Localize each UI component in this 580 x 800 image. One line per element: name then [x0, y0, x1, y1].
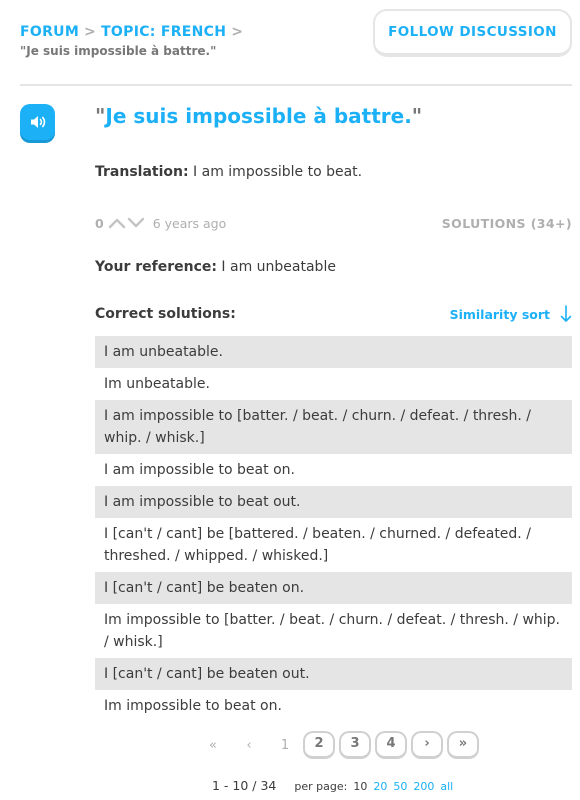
per-page-option-all[interactable]: all [440, 780, 453, 793]
breadcrumb-topic-link[interactable]: TOPIC: FRENCH [101, 24, 226, 40]
solution-item: I am impossible to beat out. [95, 486, 572, 518]
result-range: 1 - 10 / 34 [212, 778, 277, 793]
close-quote: " [411, 104, 423, 128]
solution-item: I [can't / cant] be beaten out. [95, 658, 572, 690]
per-page-option-20[interactable]: 20 [373, 780, 387, 793]
translation-label: Translation: [95, 164, 189, 180]
solution-item: I am impossible to beat on. [104, 462, 295, 478]
open-quote: " [95, 104, 106, 128]
per-page-label: per page: [294, 780, 348, 793]
page-2-button[interactable]: 2 [303, 731, 335, 759]
solution-item: Im impossible to [batter. / beat. / chur… [104, 612, 560, 650]
post-time: 6 years ago [152, 215, 227, 231]
next-page-button[interactable]: › [411, 731, 443, 759]
speaker-icon [30, 116, 45, 128]
play-audio-button[interactable] [20, 104, 55, 140]
breadcrumb-current: "Je suis impossible à battre." [20, 44, 217, 58]
pagination: « ‹ 1 2 3 4 › » [195, 731, 483, 759]
breadcrumb: FORUM > TOPIC: FRENCH > [20, 24, 248, 40]
solution-item: Im impossible to beat on. [104, 698, 282, 714]
reference-label: Your reference: [95, 259, 217, 275]
vote-row: 0 6 years ago SOLUTIONS (34+) [95, 213, 572, 233]
solutions-link[interactable]: SOLUTIONS (34+) [442, 216, 572, 231]
correct-solutions-label: Correct solutions: [95, 306, 236, 322]
sentence-title: "Je suis impossible à battre." [95, 104, 422, 128]
per-page-option-10: 10 [353, 780, 368, 793]
last-page-button[interactable]: » [447, 731, 479, 759]
solutions-list: I am unbeatable. Im unbeatable. I am imp… [95, 336, 572, 722]
first-page-button[interactable]: « [195, 738, 231, 753]
solution-item: I am unbeatable. [95, 336, 572, 368]
vote-controls [108, 217, 145, 229]
current-page: 1 [280, 737, 290, 753]
follow-discussion-button[interactable]: FOLLOW DISCUSSION [373, 9, 572, 57]
page-info: 1 - 10 / 34 per page: 10 20 50 200 all [212, 778, 453, 793]
solution-item: Im unbeatable. [104, 376, 210, 392]
header-divider [20, 84, 572, 86]
page-3-button[interactable]: 3 [339, 731, 371, 759]
solution-item: I [can't / cant] be beaten on. [95, 572, 572, 604]
correct-solutions-header: Correct solutions: Similarity sort [95, 305, 572, 323]
arrow-down-icon [560, 305, 572, 322]
sentence-text: Je suis impossible à battre. [105, 104, 412, 128]
breadcrumb-separator: > [84, 24, 97, 40]
translation: Translation: I am impossible to beat. [95, 164, 362, 180]
sort-label: Similarity sort [449, 306, 550, 322]
reference: Your reference: I am unbeatable [95, 259, 336, 275]
vote-count: 0 [95, 215, 104, 231]
prev-page-button[interactable]: ‹ [231, 738, 267, 753]
chevron-down-icon[interactable] [127, 217, 145, 229]
reference-text: I am unbeatable [221, 259, 336, 275]
breadcrumb-separator: > [231, 24, 244, 40]
solution-item: I [can't / cant] be [battered. / beaten.… [104, 526, 531, 564]
chevron-up-icon[interactable] [108, 217, 126, 229]
solution-item: I am impossible to [batter. / beat. / ch… [95, 400, 572, 454]
per-page-option-200[interactable]: 200 [413, 780, 434, 793]
translation-text: I am impossible to beat. [193, 164, 363, 180]
per-page-option-50[interactable]: 50 [393, 780, 407, 793]
page-4-button[interactable]: 4 [375, 731, 407, 759]
breadcrumb-forum-link[interactable]: FORUM [20, 24, 79, 40]
similarity-sort-button[interactable]: Similarity sort [450, 305, 572, 323]
